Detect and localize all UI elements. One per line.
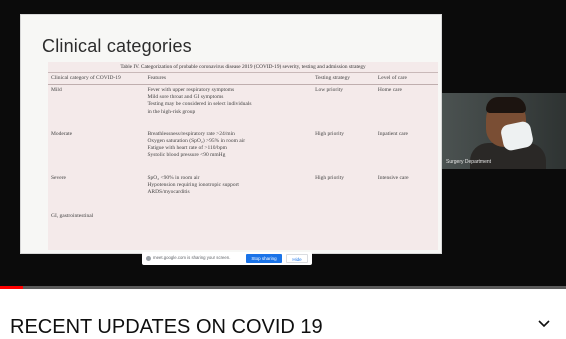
feature-line: Fatigue with heart rate of >110/bpm <box>147 144 227 151</box>
table-caption: Table IV. Categorization of probable cor… <box>48 62 438 73</box>
feature-line: Mild sore throat and GI symptoms <box>147 94 224 101</box>
feature-line: Testing may be considered in select indi… <box>147 101 252 108</box>
column-header: Clinical category of COVID-19 <box>48 73 145 85</box>
hide-button[interactable]: Hide <box>286 254 308 263</box>
features-cell <box>144 211 312 221</box>
category-cell: Moderate <box>51 130 73 137</box>
column-header: Features <box>144 73 313 85</box>
slide-title: Clinical categories <box>42 36 192 56</box>
feature-line: ARDS/myocarditis <box>147 188 190 195</box>
feature-line: Oxygen saturation (SpO₂) >95% in room ai… <box>147 137 246 144</box>
testing-cell: High priority <box>315 130 344 137</box>
feature-line: Systolic blood pressure <90 mmHg <box>147 152 226 159</box>
testing-cell: High priority <box>315 174 344 181</box>
progress-bar[interactable] <box>0 286 566 289</box>
testing-cell: Low priority <box>315 87 344 93</box>
features-cell: Fever with upper respiratory symptoms Mi… <box>144 85 312 129</box>
share-status-text: meet.google.com is sharing your screen. <box>153 255 231 260</box>
table-row: Mild Fever with upper respiratory sympto… <box>48 85 438 129</box>
categories-table: Clinical category of COVID-19 Features T… <box>48 73 438 221</box>
features-cell: Breathlessness/respiratory rate >24/min … <box>144 129 312 173</box>
feature-line: Hypotension requiring ionotropic support <box>147 181 239 188</box>
screen-share-bar: meet.google.com is sharing your screen. … <box>142 252 312 265</box>
video-player[interactable]: Clinical categories Table IV. Categoriza… <box>0 0 566 289</box>
stop-sharing-button[interactable]: Stop sharing <box>246 254 282 263</box>
feature-line: in the high-risk group <box>147 108 196 115</box>
severity-table: Table IV. Categorization of probable cor… <box>48 62 438 250</box>
video-title: RECENT UPDATES ON COVID 19 <box>10 316 323 338</box>
table-row: Moderate Breathlessness/respiratory rate… <box>48 129 438 173</box>
category-cell: Mild <box>51 87 62 93</box>
care-cell: Intensive care <box>377 174 409 181</box>
presentation-slide: Clinical categories Table IV. Categoriza… <box>20 14 442 254</box>
share-icon <box>146 256 151 261</box>
table-row: GI, gastrointestinal <box>48 211 438 221</box>
care-cell <box>375 211 438 221</box>
testing-cell <box>312 211 375 221</box>
features-cell: SpO₂ <90% in room air Hypotension requir… <box>144 173 312 211</box>
column-header: Testing strategy <box>312 73 375 85</box>
presenter-hair <box>486 97 526 113</box>
chevron-down-icon[interactable] <box>537 319 551 329</box>
feature-line: Breathlessness/respiratory rate >24/min <box>147 130 235 137</box>
table-row: Severe SpO₂ <90% in room air Hypotension… <box>48 173 438 211</box>
care-cell: Inpatient care <box>377 130 408 137</box>
feature-line: Fever with upper respiratory symptoms <box>147 87 235 93</box>
feature-line: SpO₂ <90% in room air <box>147 174 200 181</box>
webcam-label: Surgery Department <box>446 159 492 165</box>
category-cell: Severe <box>51 174 66 181</box>
webcam-feed: Surgery Department <box>442 93 566 169</box>
table-header-row: Clinical category of COVID-19 Features T… <box>48 73 438 85</box>
category-cell: GI, gastrointestinal <box>51 212 94 219</box>
care-cell: Home care <box>377 87 402 93</box>
column-header: Level of care <box>374 73 438 85</box>
progress-fill <box>0 286 23 289</box>
